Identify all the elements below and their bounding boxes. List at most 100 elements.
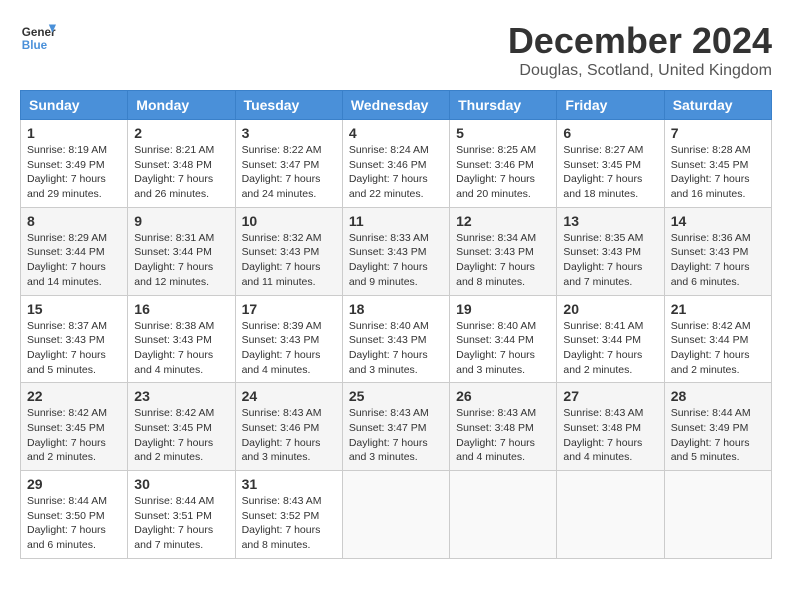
calendar-week-row: 1 Sunrise: 8:19 AMSunset: 3:49 PMDayligh… <box>21 120 772 208</box>
cell-info: Sunrise: 8:31 AMSunset: 3:44 PMDaylight:… <box>134 232 214 288</box>
cell-info: Sunrise: 8:43 AMSunset: 3:48 PMDaylight:… <box>563 407 643 463</box>
day-number: 31 <box>242 476 336 492</box>
cell-info: Sunrise: 8:42 AMSunset: 3:45 PMDaylight:… <box>134 407 214 463</box>
calendar-cell: 26 Sunrise: 8:43 AMSunset: 3:48 PMDaylig… <box>450 383 557 471</box>
day-number: 9 <box>134 213 228 229</box>
calendar-cell <box>557 471 664 559</box>
calendar-cell: 30 Sunrise: 8:44 AMSunset: 3:51 PMDaylig… <box>128 471 235 559</box>
day-number: 10 <box>242 213 336 229</box>
day-number: 19 <box>456 301 550 317</box>
cell-info: Sunrise: 8:34 AMSunset: 3:43 PMDaylight:… <box>456 232 536 288</box>
calendar-cell: 2 Sunrise: 8:21 AMSunset: 3:48 PMDayligh… <box>128 120 235 208</box>
weekday-header-thursday: Thursday <box>450 91 557 120</box>
day-number: 23 <box>134 388 228 404</box>
calendar-cell: 15 Sunrise: 8:37 AMSunset: 3:43 PMDaylig… <box>21 295 128 383</box>
calendar-cell: 27 Sunrise: 8:43 AMSunset: 3:48 PMDaylig… <box>557 383 664 471</box>
day-number: 7 <box>671 125 765 141</box>
day-number: 17 <box>242 301 336 317</box>
day-number: 20 <box>563 301 657 317</box>
cell-info: Sunrise: 8:19 AMSunset: 3:49 PMDaylight:… <box>27 144 107 200</box>
cell-info: Sunrise: 8:35 AMSunset: 3:43 PMDaylight:… <box>563 232 643 288</box>
svg-text:Blue: Blue <box>22 39 48 52</box>
calendar-cell: 12 Sunrise: 8:34 AMSunset: 3:43 PMDaylig… <box>450 207 557 295</box>
cell-info: Sunrise: 8:40 AMSunset: 3:44 PMDaylight:… <box>456 320 536 376</box>
day-number: 13 <box>563 213 657 229</box>
calendar-cell: 4 Sunrise: 8:24 AMSunset: 3:46 PMDayligh… <box>342 120 449 208</box>
calendar-cell: 6 Sunrise: 8:27 AMSunset: 3:45 PMDayligh… <box>557 120 664 208</box>
weekday-header-friday: Friday <box>557 91 664 120</box>
weekday-header-monday: Monday <box>128 91 235 120</box>
calendar-cell: 13 Sunrise: 8:35 AMSunset: 3:43 PMDaylig… <box>557 207 664 295</box>
calendar-cell: 29 Sunrise: 8:44 AMSunset: 3:50 PMDaylig… <box>21 471 128 559</box>
cell-info: Sunrise: 8:38 AMSunset: 3:43 PMDaylight:… <box>134 320 214 376</box>
weekday-header-tuesday: Tuesday <box>235 91 342 120</box>
calendar-cell: 5 Sunrise: 8:25 AMSunset: 3:46 PMDayligh… <box>450 120 557 208</box>
day-number: 29 <box>27 476 121 492</box>
calendar-cell: 21 Sunrise: 8:42 AMSunset: 3:44 PMDaylig… <box>664 295 771 383</box>
calendar-cell <box>342 471 449 559</box>
month-title: December 2024 <box>508 20 772 62</box>
day-number: 30 <box>134 476 228 492</box>
day-number: 18 <box>349 301 443 317</box>
calendar-week-row: 29 Sunrise: 8:44 AMSunset: 3:50 PMDaylig… <box>21 471 772 559</box>
weekday-header-sunday: Sunday <box>21 91 128 120</box>
day-number: 12 <box>456 213 550 229</box>
logo: General Blue <box>20 20 56 56</box>
cell-info: Sunrise: 8:36 AMSunset: 3:43 PMDaylight:… <box>671 232 751 288</box>
weekday-header-saturday: Saturday <box>664 91 771 120</box>
day-number: 6 <box>563 125 657 141</box>
cell-info: Sunrise: 8:21 AMSunset: 3:48 PMDaylight:… <box>134 144 214 200</box>
calendar-cell: 22 Sunrise: 8:42 AMSunset: 3:45 PMDaylig… <box>21 383 128 471</box>
cell-info: Sunrise: 8:44 AMSunset: 3:51 PMDaylight:… <box>134 495 214 551</box>
cell-info: Sunrise: 8:42 AMSunset: 3:44 PMDaylight:… <box>671 320 751 376</box>
calendar-cell: 31 Sunrise: 8:43 AMSunset: 3:52 PMDaylig… <box>235 471 342 559</box>
header: General Blue December 2024 Douglas, Scot… <box>20 20 772 80</box>
title-area: December 2024 Douglas, Scotland, United … <box>508 20 772 80</box>
cell-info: Sunrise: 8:43 AMSunset: 3:48 PMDaylight:… <box>456 407 536 463</box>
cell-info: Sunrise: 8:27 AMSunset: 3:45 PMDaylight:… <box>563 144 643 200</box>
cell-info: Sunrise: 8:29 AMSunset: 3:44 PMDaylight:… <box>27 232 107 288</box>
logo-icon: General Blue <box>20 20 56 56</box>
cell-info: Sunrise: 8:25 AMSunset: 3:46 PMDaylight:… <box>456 144 536 200</box>
weekday-header-row: SundayMondayTuesdayWednesdayThursdayFrid… <box>21 91 772 120</box>
day-number: 22 <box>27 388 121 404</box>
calendar-table: SundayMondayTuesdayWednesdayThursdayFrid… <box>20 90 772 559</box>
day-number: 3 <box>242 125 336 141</box>
cell-info: Sunrise: 8:22 AMSunset: 3:47 PMDaylight:… <box>242 144 322 200</box>
day-number: 4 <box>349 125 443 141</box>
calendar-cell: 1 Sunrise: 8:19 AMSunset: 3:49 PMDayligh… <box>21 120 128 208</box>
day-number: 2 <box>134 125 228 141</box>
day-number: 26 <box>456 388 550 404</box>
cell-info: Sunrise: 8:28 AMSunset: 3:45 PMDaylight:… <box>671 144 751 200</box>
day-number: 14 <box>671 213 765 229</box>
day-number: 16 <box>134 301 228 317</box>
day-number: 28 <box>671 388 765 404</box>
calendar-cell: 19 Sunrise: 8:40 AMSunset: 3:44 PMDaylig… <box>450 295 557 383</box>
calendar-cell: 8 Sunrise: 8:29 AMSunset: 3:44 PMDayligh… <box>21 207 128 295</box>
cell-info: Sunrise: 8:42 AMSunset: 3:45 PMDaylight:… <box>27 407 107 463</box>
calendar-cell: 25 Sunrise: 8:43 AMSunset: 3:47 PMDaylig… <box>342 383 449 471</box>
day-number: 11 <box>349 213 443 229</box>
calendar-cell: 18 Sunrise: 8:40 AMSunset: 3:43 PMDaylig… <box>342 295 449 383</box>
cell-info: Sunrise: 8:44 AMSunset: 3:49 PMDaylight:… <box>671 407 751 463</box>
calendar-cell: 28 Sunrise: 8:44 AMSunset: 3:49 PMDaylig… <box>664 383 771 471</box>
calendar-cell <box>664 471 771 559</box>
cell-info: Sunrise: 8:43 AMSunset: 3:52 PMDaylight:… <box>242 495 322 551</box>
cell-info: Sunrise: 8:32 AMSunset: 3:43 PMDaylight:… <box>242 232 322 288</box>
day-number: 15 <box>27 301 121 317</box>
cell-info: Sunrise: 8:41 AMSunset: 3:44 PMDaylight:… <box>563 320 643 376</box>
calendar-cell: 17 Sunrise: 8:39 AMSunset: 3:43 PMDaylig… <box>235 295 342 383</box>
day-number: 5 <box>456 125 550 141</box>
cell-info: Sunrise: 8:43 AMSunset: 3:47 PMDaylight:… <box>349 407 429 463</box>
cell-info: Sunrise: 8:39 AMSunset: 3:43 PMDaylight:… <box>242 320 322 376</box>
calendar-cell <box>450 471 557 559</box>
calendar-cell: 11 Sunrise: 8:33 AMSunset: 3:43 PMDaylig… <box>342 207 449 295</box>
calendar-cell: 24 Sunrise: 8:43 AMSunset: 3:46 PMDaylig… <box>235 383 342 471</box>
calendar-cell: 20 Sunrise: 8:41 AMSunset: 3:44 PMDaylig… <box>557 295 664 383</box>
cell-info: Sunrise: 8:44 AMSunset: 3:50 PMDaylight:… <box>27 495 107 551</box>
day-number: 27 <box>563 388 657 404</box>
cell-info: Sunrise: 8:40 AMSunset: 3:43 PMDaylight:… <box>349 320 429 376</box>
weekday-header-wednesday: Wednesday <box>342 91 449 120</box>
calendar-cell: 16 Sunrise: 8:38 AMSunset: 3:43 PMDaylig… <box>128 295 235 383</box>
cell-info: Sunrise: 8:24 AMSunset: 3:46 PMDaylight:… <box>349 144 429 200</box>
